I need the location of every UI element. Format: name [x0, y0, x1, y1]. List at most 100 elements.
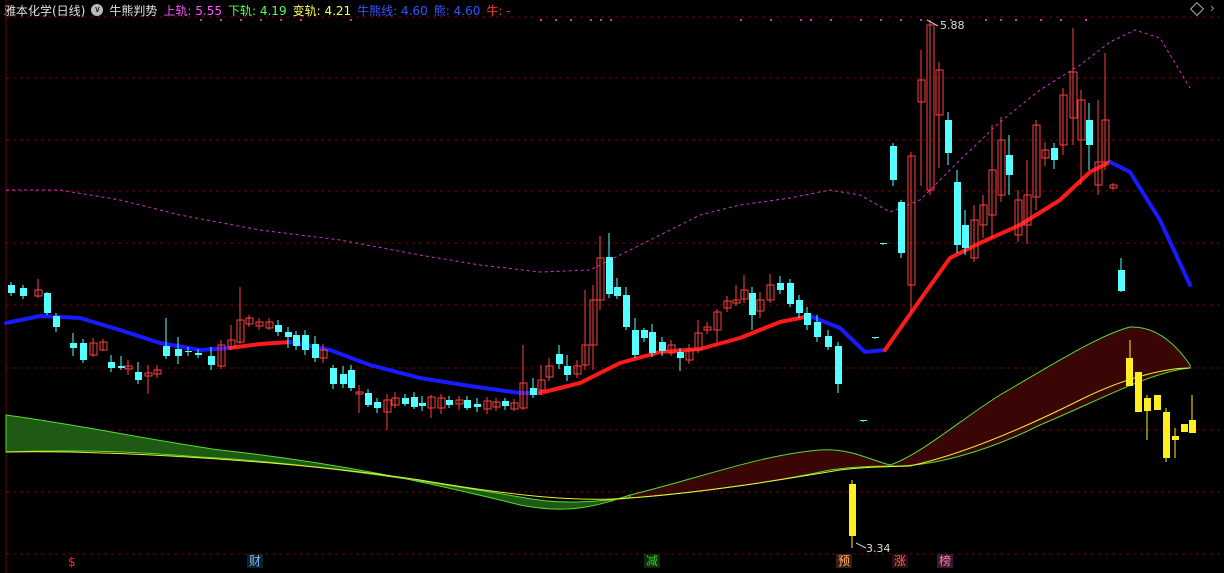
signal-dot: [590, 19, 592, 21]
signal-dot: [240, 19, 242, 21]
signal-dot: [540, 19, 542, 21]
signal-marker[interactable]: 榜: [937, 554, 954, 568]
high-price-label: 5.88: [940, 19, 965, 32]
down-candle: [564, 366, 571, 375]
yellow-candle: [1181, 424, 1188, 432]
down-candle: [825, 336, 832, 347]
down-candle: [374, 402, 381, 408]
signal-dot: [770, 19, 772, 21]
down-candle: [860, 420, 867, 421]
down-candle: [340, 374, 347, 384]
signal-dot: [610, 19, 612, 21]
down-candle: [419, 403, 426, 406]
signal-dot: [880, 19, 882, 21]
down-candle: [8, 285, 15, 293]
down-candle: [623, 295, 630, 327]
down-candle: [365, 393, 372, 405]
signal-dot: [300, 19, 302, 21]
signal-dot: [260, 19, 262, 21]
down-candle: [20, 288, 27, 296]
down-candle: [530, 388, 537, 395]
bear-line: [4, 314, 232, 352]
signal-dot: [920, 19, 922, 21]
signal-dot: [800, 19, 802, 21]
signal-dot: [555, 19, 557, 21]
down-candle: [108, 362, 115, 368]
down-candle: [118, 366, 125, 368]
down-candle: [402, 398, 409, 404]
down-candle: [275, 325, 282, 332]
signal-dot: [900, 19, 902, 21]
signal-dot: [985, 19, 987, 21]
upper-band-line: [6, 29, 1191, 273]
down-candle: [208, 356, 215, 365]
down-candle: [777, 283, 784, 290]
down-candle: [641, 330, 648, 338]
down-candle: [872, 337, 879, 338]
down-candle: [1006, 155, 1013, 175]
signal-dot: [860, 19, 862, 21]
signal-dot: [350, 19, 352, 21]
down-candle: [890, 146, 897, 180]
signal-dot: [1085, 19, 1087, 21]
signal-marker[interactable]: 财: [247, 554, 264, 568]
price-chart: [4, 0, 1224, 573]
bull-line: [228, 340, 292, 350]
down-candle: [312, 344, 319, 358]
bull-line: [538, 314, 812, 395]
signal-dot: [1040, 19, 1042, 21]
down-candle: [330, 368, 337, 384]
yellow-candle: [1135, 372, 1142, 412]
down-candle: [302, 335, 309, 350]
signal-marker[interactable]: 涨: [892, 554, 909, 568]
down-candle: [175, 349, 182, 356]
down-candle: [285, 332, 292, 337]
down-candle: [649, 332, 656, 353]
down-candle: [898, 202, 905, 253]
down-candle: [945, 120, 952, 153]
down-candle: [474, 404, 481, 407]
down-candle: [195, 353, 202, 355]
down-candle: [1086, 120, 1093, 145]
down-candle: [80, 343, 87, 360]
down-candle: [44, 293, 51, 313]
down-candle: [70, 343, 77, 348]
down-candle: [954, 182, 961, 245]
chart-window: 雅本化学(日线) ∨ 牛熊判势 上轨: 5.55 下轨: 4.19 变轨: 4.…: [0, 0, 1224, 573]
green-indicator-area: [5, 414, 631, 510]
red-indicator-area: [629, 326, 1191, 499]
down-candle: [787, 283, 794, 304]
signal-dot: [810, 19, 812, 21]
down-candle: [135, 372, 142, 380]
signal-marker[interactable]: $: [66, 555, 78, 569]
down-candle: [556, 354, 563, 364]
down-candle: [796, 300, 803, 313]
down-candle: [446, 400, 453, 405]
down-candle: [835, 346, 842, 384]
down-candle: [749, 293, 756, 315]
down-candle: [293, 335, 300, 346]
down-candle: [348, 370, 355, 388]
bear-line: [1108, 160, 1192, 287]
down-candle: [163, 346, 170, 356]
down-candle: [804, 313, 811, 325]
down-candle: [1118, 270, 1125, 291]
down-candle: [677, 352, 684, 358]
down-candle: [962, 225, 969, 248]
signal-dot: [1000, 19, 1002, 21]
signal-dot: [280, 19, 282, 21]
signal-marker[interactable]: 减: [644, 554, 661, 568]
down-candle: [53, 316, 60, 327]
down-candle: [659, 342, 666, 351]
down-candle: [185, 351, 192, 352]
signal-dot: [200, 19, 202, 21]
signal-dot: [740, 19, 742, 21]
down-candle: [411, 397, 418, 407]
low-marker-line: [855, 542, 867, 549]
signal-marker[interactable]: 预: [836, 554, 853, 568]
down-candle: [502, 401, 509, 406]
signal-dot: [1060, 19, 1062, 21]
down-candle: [606, 257, 613, 294]
down-candle: [632, 330, 639, 355]
signal-dot: [830, 19, 832, 21]
